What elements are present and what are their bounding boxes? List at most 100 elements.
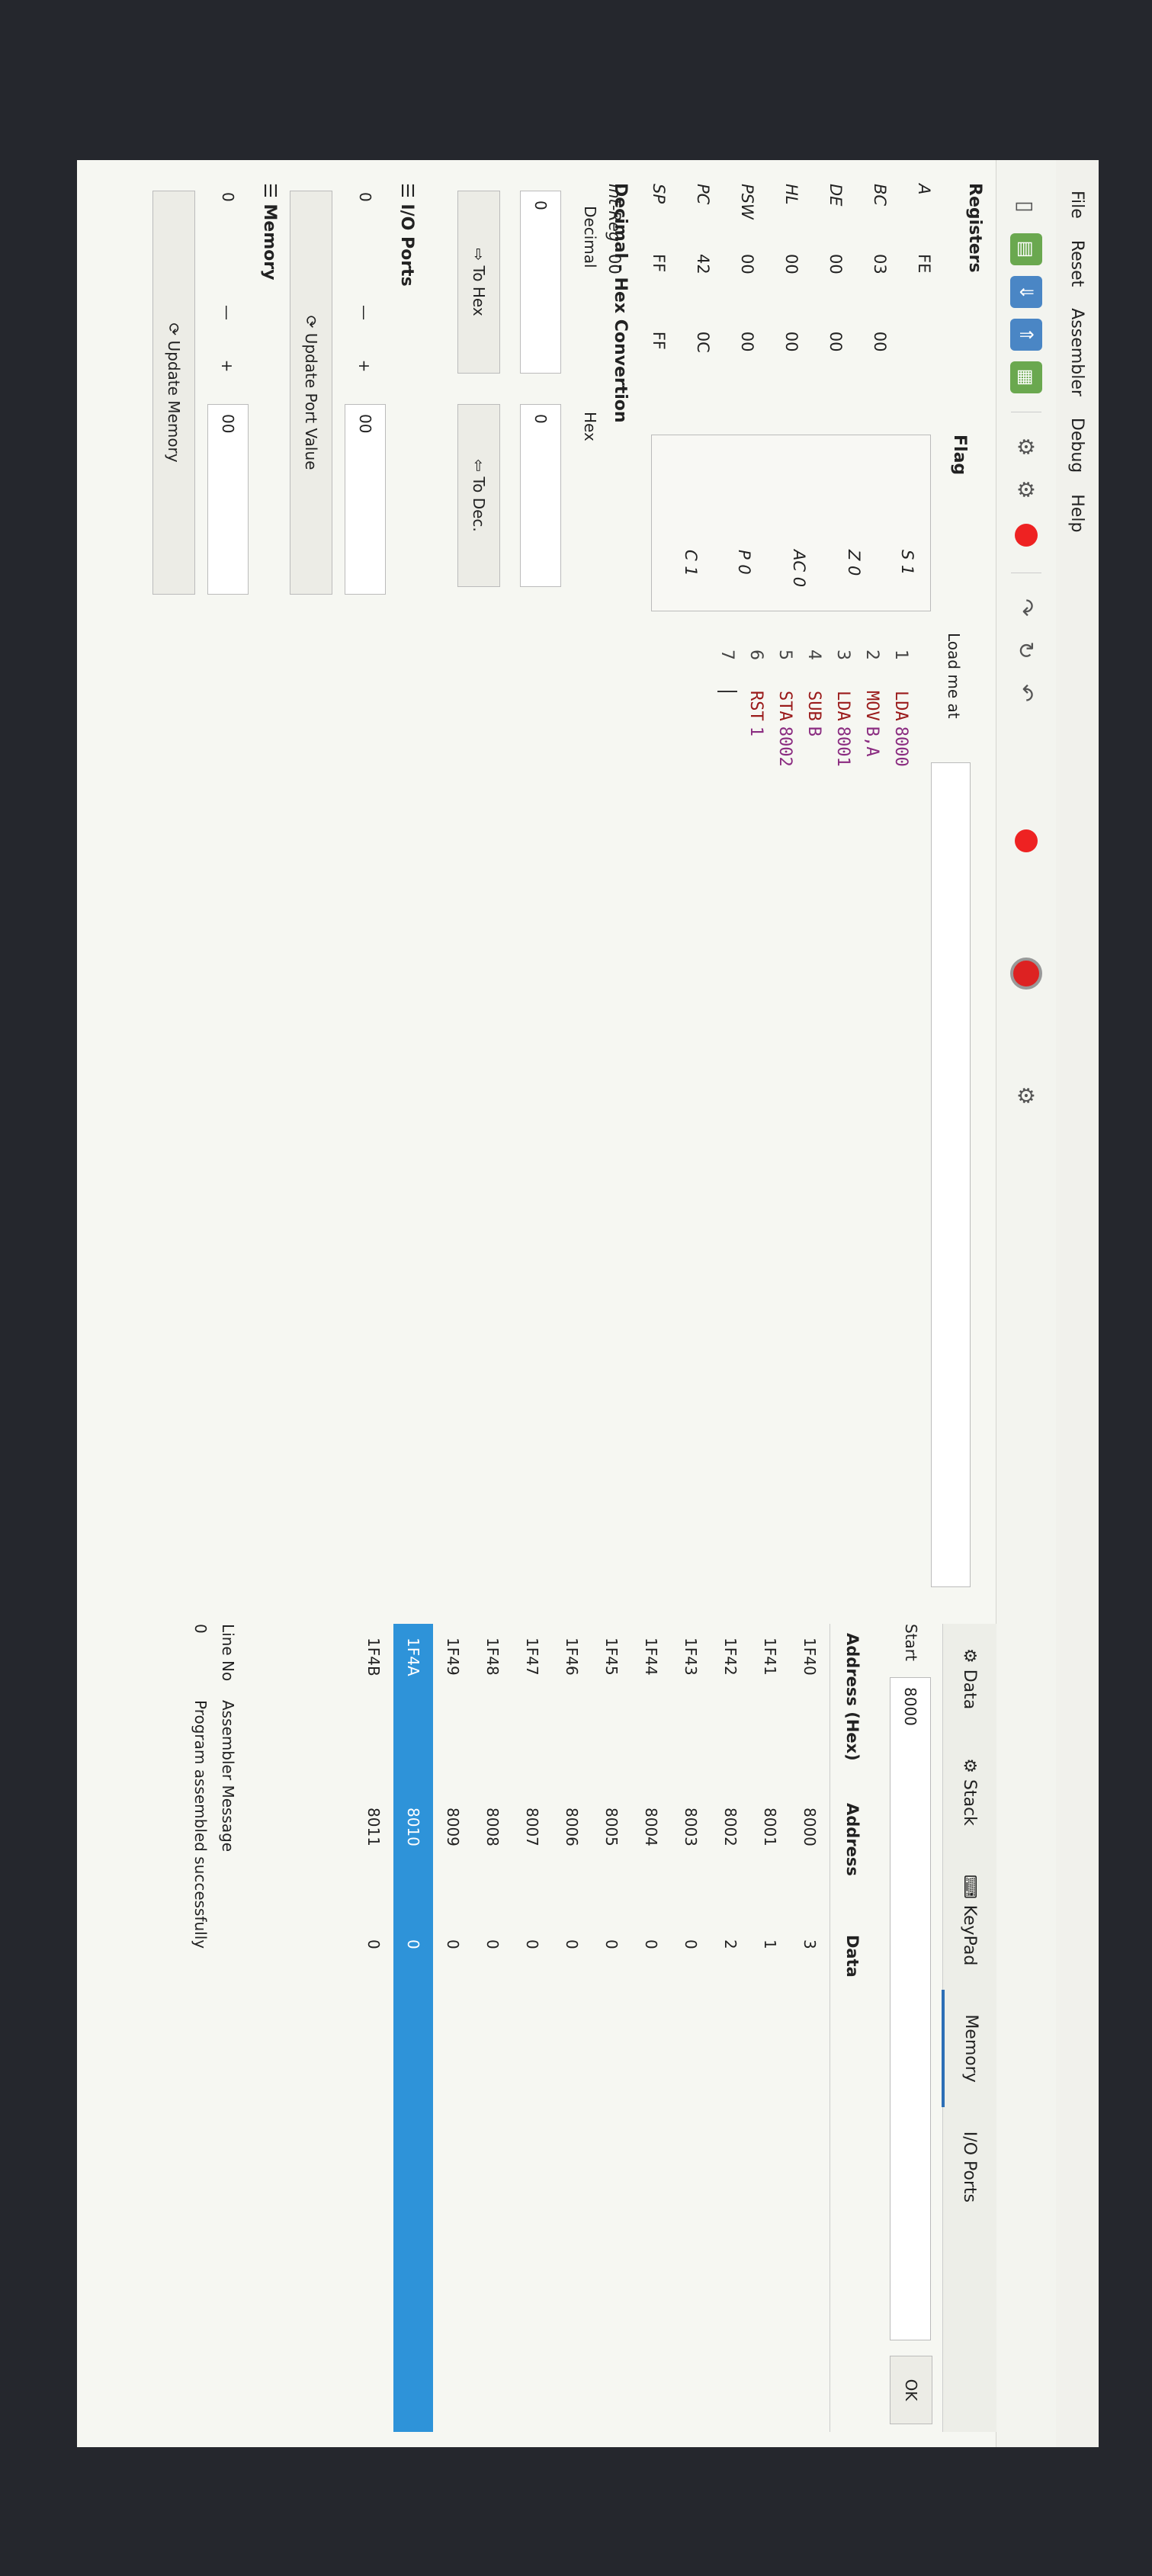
- register-row: HL 00 00: [782, 184, 801, 352]
- conversion-panel: Decimal - Hex Convertion Decimal Hex 0 0…: [416, 183, 630, 610]
- save-icon[interactable]: ⇓: [1010, 276, 1042, 308]
- arrow-left-icon: ⇦: [470, 459, 488, 477]
- message-line: 0: [191, 1624, 210, 1634]
- menu-help[interactable]: Help: [1068, 494, 1087, 532]
- hex-label: Hex: [581, 412, 599, 441]
- code-line: 1 LDA 8000: [891, 650, 911, 767]
- memory-table: Address (Hex) Address Data 1F40 8000 3 1F41…: [354, 1624, 874, 2432]
- text-cursor: [717, 691, 737, 692]
- flag-ac: AC 0: [790, 550, 808, 588]
- menu-assembler[interactable]: Assembler: [1068, 308, 1087, 396]
- tab-stack[interactable]: ⚙ Stack: [943, 1734, 996, 1850]
- code-editor: Load me at 1 LDA 8000 2 MOV B,A 3 LDA 8001 …: [100, 633, 984, 1601]
- memory-increment-button[interactable]: +: [206, 343, 249, 389]
- registers-title: Registers: [965, 183, 984, 273]
- memory-table-row[interactable]: 1F44 8004 0: [631, 1624, 671, 2432]
- memory-table-row[interactable]: 1F45 8005 0: [592, 1624, 631, 2432]
- code-line: 6 RST 1: [746, 650, 766, 736]
- menu-debug[interactable]: Debug: [1068, 418, 1087, 473]
- list-icon: ☰: [397, 183, 416, 204]
- run-settings-icon[interactable]: ⚙: [1010, 473, 1042, 505]
- registers-table: A FE BC 03 00 DE 00 00 HL 00 00 PSW 00 00 PC 42 0C …: [592, 183, 946, 412]
- memory-value-input[interactable]: 00: [207, 404, 249, 595]
- flag-c: C 1: [682, 550, 700, 576]
- memory-decrement-button[interactable]: —: [206, 290, 249, 335]
- memory-table-row[interactable]: 1F4B 8011 0: [354, 1624, 393, 2432]
- memory-panel: ☰ Memory 0 — + 00 ⟳ Update Memory: [111, 183, 279, 610]
- gear-icon: ⚙: [960, 1648, 980, 1663]
- memory-table-row[interactable]: 1F46 8006 0: [552, 1624, 592, 2432]
- photo-scene: File Reset Assembler Debug Help ▯ ▤ ⇓ ⇑ …: [0, 0, 1152, 2576]
- update-memory-button[interactable]: ⟳ Update Memory: [152, 191, 195, 595]
- save-as-icon[interactable]: ⇑: [1010, 319, 1042, 351]
- tab-bar: ⚙ Data ⚙ Stack ⌨ KeyPad Memory I/O Ports: [942, 1624, 998, 2432]
- step-over-icon[interactable]: ↻: [1010, 634, 1042, 666]
- code-line: 2 MOV B,A: [862, 650, 882, 757]
- menu-bar: File Reset Assembler Debug Help: [1055, 160, 1099, 2447]
- update-port-button[interactable]: ⟳ Update Port Value: [290, 191, 332, 595]
- assembler-message-header: Assembler Message: [219, 1700, 237, 1853]
- hex-input[interactable]: 0: [520, 404, 561, 587]
- tab-data[interactable]: ⚙ Data: [943, 1624, 996, 1734]
- memory-table-row[interactable]: 1F4A 8010 0: [393, 1624, 433, 2432]
- memory-table-row[interactable]: 1F47 8007 0: [512, 1624, 552, 2432]
- io-ports-panel: ☰ I/O Ports 0 — + 00 ⟳ Update Port Value: [264, 183, 416, 610]
- toolbar: ▯ ▤ ⇓ ⇑ ▦ ⚙ ⚙ ↷ ↻ ↶ ⚙: [996, 160, 1056, 2447]
- code-lines[interactable]: 1 LDA 8000 2 MOV B,A 3 LDA 8001 4 SUB B 5 STA…: [713, 633, 916, 767]
- stop-icon[interactable]: [1010, 958, 1042, 990]
- decimal-label: Decimal: [581, 206, 599, 268]
- to-dec-button[interactable]: ⇦ To Dec.: [457, 404, 500, 587]
- memory-table-row[interactable]: 1F40 8000 3: [790, 1624, 830, 2432]
- memory-icon[interactable]: ▦: [1010, 361, 1042, 393]
- menu-file[interactable]: File: [1068, 191, 1087, 219]
- memory-table-row[interactable]: 1F48 8008 0: [473, 1624, 512, 2432]
- to-hex-button[interactable]: ⇨ To Hex: [457, 191, 500, 374]
- register-row: SP FF FF: [650, 184, 668, 350]
- list-icon: ☰: [260, 183, 279, 204]
- settings-icon[interactable]: ⚙: [1010, 1079, 1042, 1112]
- start-address-input[interactable]: 8000: [890, 1677, 931, 2340]
- gear-icon: ⚙: [960, 1758, 980, 1773]
- memory-table-row[interactable]: 1F49 8009 0: [433, 1624, 473, 2432]
- memory-table-row[interactable]: 1F41 8001 1: [750, 1624, 790, 2432]
- load-label: Load me at: [945, 633, 963, 719]
- menu-reset[interactable]: Reset: [1068, 240, 1087, 287]
- refresh-icon: ⟳: [302, 315, 320, 333]
- register-row: PSW 00 00: [738, 184, 756, 352]
- port-increment-button[interactable]: +: [343, 343, 386, 389]
- tab-keypad[interactable]: ⌨ KeyPad: [943, 1850, 996, 1990]
- io-ports-title: ☰ I/O Ports: [397, 183, 416, 287]
- arrow-right-icon: ⇨: [470, 248, 488, 266]
- code-line: 4 SUB B: [804, 650, 824, 736]
- tab-memory[interactable]: Memory: [942, 1990, 998, 2107]
- memory-table-row[interactable]: 1F42 8002 2: [711, 1624, 750, 2432]
- simulator-window: File Reset Assembler Debug Help ▯ ▤ ⇓ ⇑ …: [77, 160, 1099, 2447]
- open-file-icon[interactable]: ▤: [1010, 233, 1042, 265]
- flag-title: Flag: [950, 435, 969, 476]
- new-file-icon[interactable]: ▯: [1010, 191, 1042, 223]
- memory-table-header: Address (Hex) Address Data: [830, 1624, 874, 2432]
- tab-io-ports[interactable]: I/O Ports: [943, 2107, 996, 2227]
- flag-s: S 1: [898, 550, 916, 576]
- step-into-icon[interactable]: ↷: [1010, 592, 1042, 624]
- keypad-icon: ⌨: [960, 1874, 980, 1899]
- breakpoint-icon[interactable]: [1015, 524, 1038, 547]
- flag-z: Z 0: [845, 550, 863, 576]
- step-back-icon[interactable]: ↶: [1010, 677, 1042, 709]
- assemble-icon[interactable]: ⚙: [1010, 431, 1042, 463]
- memory-table-row[interactable]: 1F43 8003 0: [671, 1624, 711, 2432]
- conversion-title: Decimal - Hex Convertion: [611, 183, 630, 423]
- register-row: A FE: [915, 184, 933, 274]
- record-icon[interactable]: [1015, 829, 1038, 852]
- load-address-input[interactable]: [931, 762, 971, 1587]
- code-line: 5 STA 8002: [775, 650, 795, 767]
- register-row: PC 42 0C: [694, 184, 712, 353]
- memory-title: ☰ Memory: [260, 183, 279, 281]
- decimal-input[interactable]: 0: [520, 191, 561, 374]
- port-decrement-button[interactable]: —: [343, 290, 386, 335]
- port-value-input[interactable]: 00: [345, 404, 386, 595]
- refresh-icon: ⟳: [165, 322, 183, 341]
- line-no-header: Line No: [219, 1624, 237, 1682]
- ok-button[interactable]: OK: [890, 2356, 932, 2424]
- code-line: 7: [713, 633, 742, 767]
